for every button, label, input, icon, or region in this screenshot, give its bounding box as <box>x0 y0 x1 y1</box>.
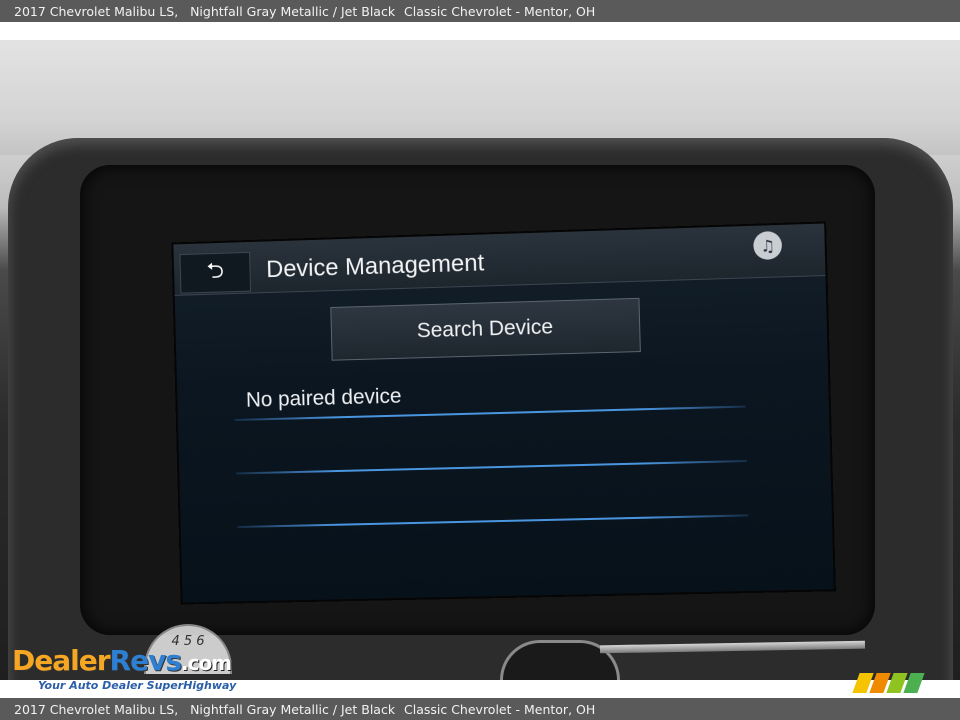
back-button[interactable]: ⮌ <box>179 251 252 294</box>
back-arrow-icon: ⮌ <box>206 258 225 284</box>
logo-revs: Revs <box>109 644 182 677</box>
logo-com: .com <box>181 651 232 675</box>
watermark-tagline: Your Auto Dealer SuperHighway <box>38 679 237 692</box>
list-divider <box>236 459 747 475</box>
dealer-caption: Classic Chevrolet - Mentor, OH <box>404 701 596 717</box>
caption-bar-bottom: 2017 Chevrolet Malibu LS, Nightfall Gray… <box>0 698 960 720</box>
music-note-glyph: ♫ <box>760 235 776 256</box>
dealerrevs-watermark: 4 5 6 DealerRevs.com Your Auto Dealer Su… <box>12 624 272 696</box>
dealer-caption: Classic Chevrolet - Mentor, OH <box>404 3 596 19</box>
vehicle-caption: 2017 Chevrolet Malibu LS, Nightfall Gray… <box>14 3 396 19</box>
no-paired-device-text: No paired device <box>245 384 402 412</box>
dealerrevs-logo: DealerRevs.com <box>12 644 232 677</box>
dashboard-photo: ⮌ Device Management ♫ Search Device No p… <box>0 40 960 680</box>
infotainment-screen: ⮌ Device Management ♫ Search Device No p… <box>171 221 836 605</box>
logo-dealer: Dealer <box>12 644 111 677</box>
brand-stripes <box>852 673 936 693</box>
vehicle-caption: 2017 Chevrolet Malibu LS, Nightfall Gray… <box>14 701 396 717</box>
caption-bar-top: 2017 Chevrolet Malibu LS, Nightfall Gray… <box>0 0 960 22</box>
search-device-button[interactable]: Search Device <box>330 297 641 361</box>
list-divider <box>237 514 749 528</box>
